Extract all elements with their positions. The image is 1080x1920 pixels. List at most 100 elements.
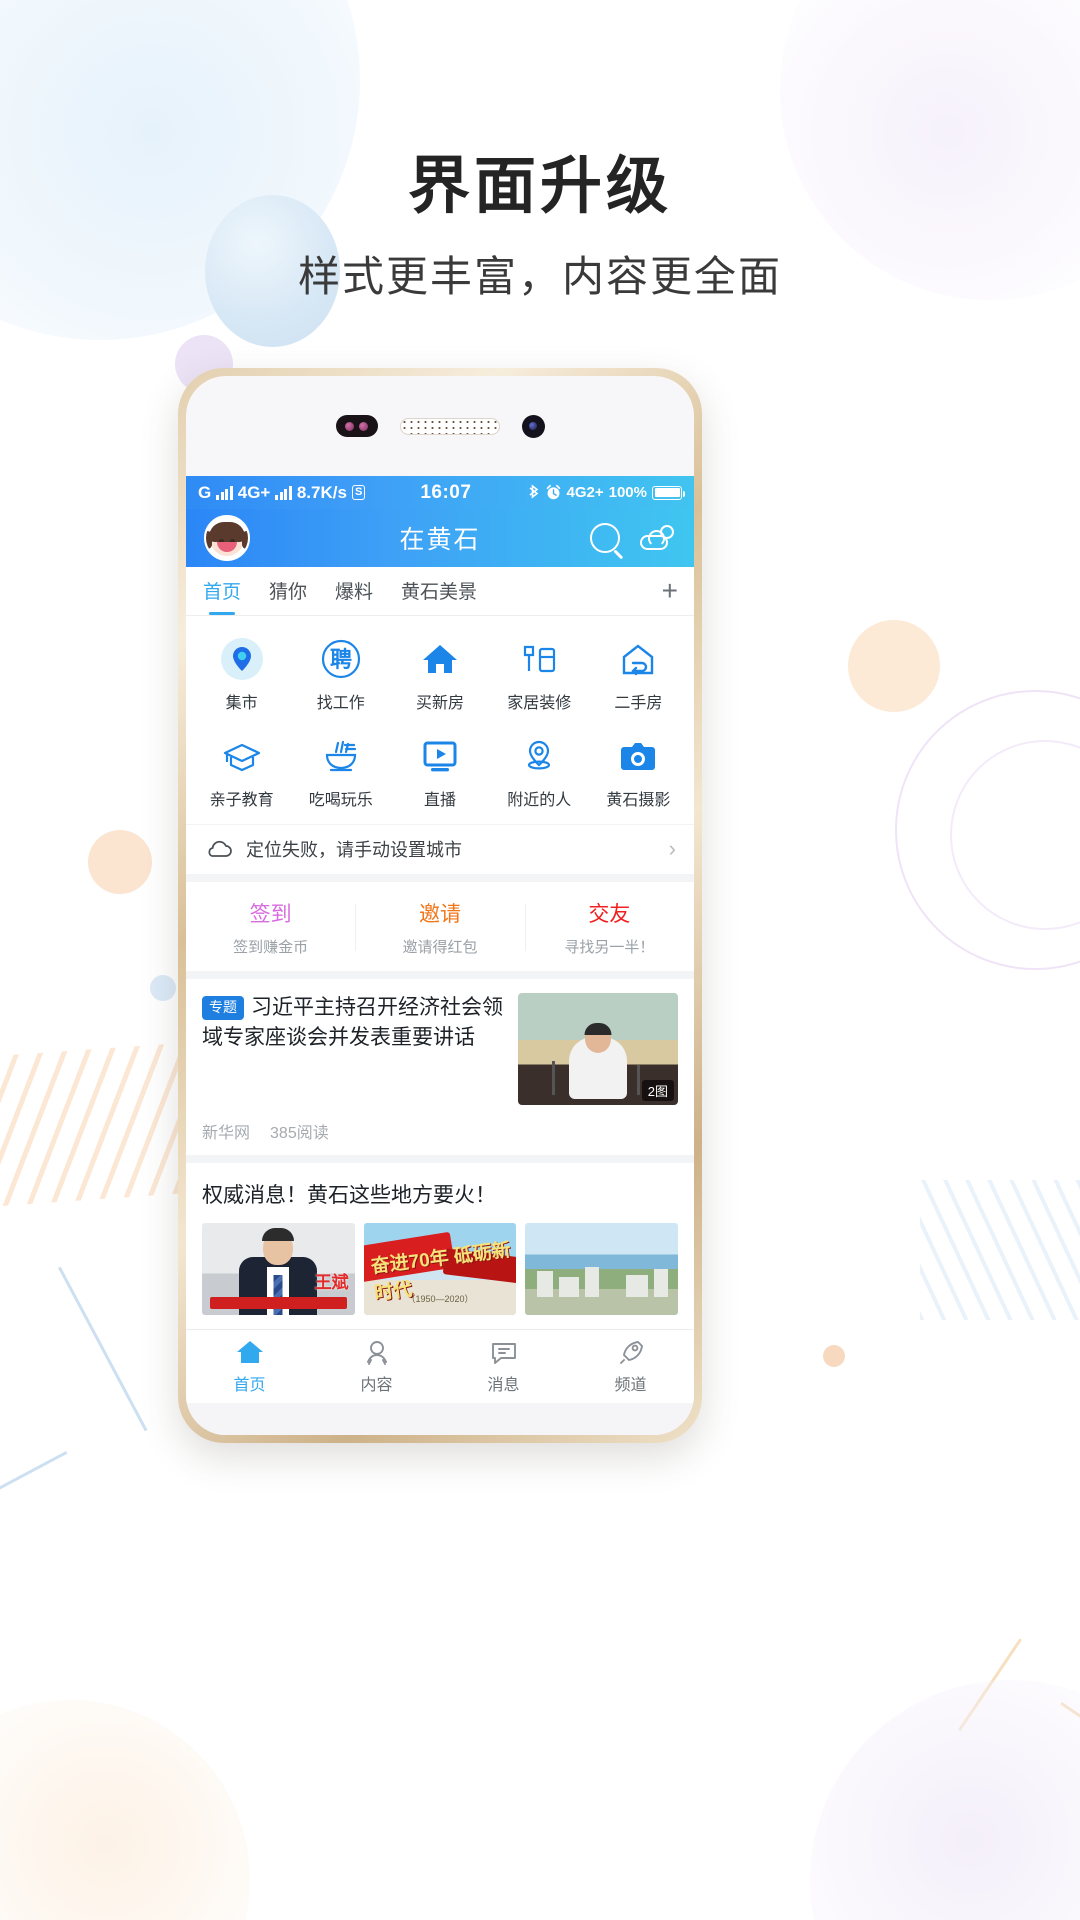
bg-stripes-left	[0, 1042, 205, 1208]
add-tab-button[interactable]: +	[662, 576, 678, 605]
message-icon	[489, 1338, 519, 1366]
news-card-main[interactable]: 专题 习近平主持召开经济社会领域专家座谈会并发表重要讲话 2图 新华网 385阅读	[186, 978, 694, 1155]
grid-item-buy-house[interactable]: 买新房	[390, 630, 489, 721]
chevron-right-icon: ›	[668, 836, 676, 862]
bluetooth-icon	[527, 484, 540, 502]
furniture-icon	[516, 636, 562, 682]
secondhand-house-icon	[615, 636, 661, 682]
grid-label: 附近的人	[507, 791, 572, 809]
news-second-title: 权威消息！黄石这些地方要火！	[202, 1183, 496, 1207]
grid-item-find-job[interactable]: 聘 找工作	[291, 630, 390, 721]
nav-label: 消息	[487, 1377, 520, 1395]
grid-item-huangshi-photography[interactable]: 黄石摄影	[589, 727, 688, 818]
grid-item-kids-education[interactable]: 亲子教育	[192, 727, 291, 818]
bg-blob-bottom-left	[0, 1700, 250, 1920]
news-thumbnail: 2图	[518, 992, 678, 1105]
cloud-icon	[204, 839, 234, 859]
battery-icon	[652, 485, 685, 500]
grid-item-market[interactable]: 集市	[192, 630, 291, 721]
home-icon	[235, 1338, 265, 1366]
news-source: 新华网	[202, 1124, 251, 1142]
tab-bar: 首页 猜你 爆料 黄石美景 +	[186, 567, 694, 616]
news-title-wrap: 专题 习近平主持召开经济社会领域专家座谈会并发表重要讲话	[202, 993, 504, 1053]
grid-item-secondhand-house[interactable]: 二手房	[589, 630, 688, 721]
grid-item-live[interactable]: 直播	[390, 727, 489, 818]
page-title: 界面升级	[407, 149, 672, 222]
nav-channel[interactable]: 频道	[567, 1338, 694, 1395]
sync-badge-icon: S	[351, 485, 366, 501]
grid-item-nearby-people[interactable]: 附近的人	[490, 727, 589, 818]
search-icon[interactable]	[590, 523, 620, 554]
battery-percent-label: 100%	[608, 484, 647, 502]
hiring-circle-icon: 聘	[318, 636, 364, 682]
phone-notch	[186, 376, 694, 476]
grid-label: 买新房	[415, 694, 464, 712]
network-type-label: 4G+	[237, 482, 271, 502]
bg-blob-blue-small	[150, 975, 176, 1001]
signal-bars-icon	[216, 485, 233, 500]
promo-title: 邀请	[418, 902, 461, 926]
promo-headline: 界面升级 样式更丰富，内容更全面	[0, 150, 1080, 304]
network-type-2-label: 4G2+	[566, 484, 604, 502]
location-pin-icon	[219, 636, 265, 682]
earpiece-speaker	[399, 417, 500, 435]
promo-row: 签到 签到赚金币 邀请 邀请得红包 交友 寻找另一半！	[186, 881, 694, 971]
content-icon	[362, 1338, 392, 1366]
news-reads: 385阅读	[270, 1124, 329, 1142]
grid-label: 找工作	[316, 694, 365, 712]
tab-home[interactable]: 首页	[202, 573, 242, 608]
promo-title: 签到	[249, 902, 292, 926]
promo-subtitle: 签到赚金币	[233, 938, 309, 956]
thumb-subcaption: （1950—2020）	[406, 1293, 474, 1304]
app-header: 在黄石	[186, 509, 694, 568]
grid-item-eat-drink-play[interactable]: 吃喝玩乐	[291, 727, 390, 818]
promo-invite[interactable]: 邀请 邀请得红包	[355, 898, 524, 957]
location-bar[interactable]: 定位失败，请手动设置城市 ›	[186, 823, 694, 874]
news-thumb-3	[525, 1222, 679, 1315]
promo-title: 交友	[588, 902, 631, 926]
tab-huangshi-scenery[interactable]: 黄石美景	[400, 573, 478, 608]
dual-camera-icon	[335, 415, 378, 437]
promo-checkin[interactable]: 签到 签到赚金币	[186, 898, 355, 957]
page-subtitle: 样式更丰富，内容更全面	[297, 252, 782, 302]
bg-blob-bottom-right	[810, 1680, 1080, 1920]
status-clock: 16:07	[420, 481, 472, 503]
grid-label: 家居装修	[507, 694, 572, 712]
promo-dating[interactable]: 交友 寻找另一半！	[524, 898, 694, 957]
nav-message[interactable]: 消息	[440, 1338, 567, 1395]
grid-label: 二手房	[614, 694, 663, 712]
news-thumb-2: 奋进70年 砥砺新时代 （1950—2020）	[363, 1222, 517, 1315]
thumb-caption: 王斌	[314, 1272, 349, 1292]
grid-label: 亲子教育	[209, 791, 274, 809]
bg-blob-orange-small	[88, 830, 152, 894]
carrier-label: G	[198, 482, 212, 502]
nearby-pin-icon	[516, 733, 562, 779]
house-icon	[417, 636, 463, 682]
tab-guess[interactable]: 猜你	[268, 573, 308, 608]
status-bar: G 4G+ 8.7K/s S 16:07 4G2+ 100%	[186, 476, 694, 510]
bg-blob-peach	[823, 1345, 845, 1367]
location-text: 定位失败，请手动设置城市	[246, 840, 462, 861]
tab-scoop[interactable]: 爆料	[334, 573, 374, 608]
phone-screen: G 4G+ 8.7K/s S 16:07 4G2+ 100% 在黄石 首页 猜你…	[186, 476, 694, 1435]
news-card-second[interactable]: 权威消息！黄石这些地方要火！ 王斌 奋进70年 砥砺新时代 （1950—2020…	[186, 1162, 694, 1329]
avatar[interactable]	[204, 515, 250, 562]
camera-icon	[615, 733, 661, 779]
weather-icon[interactable]	[640, 525, 676, 551]
data-speed-label: 8.7K/s	[296, 482, 347, 502]
promo-subtitle: 寻找另一半！	[564, 938, 655, 956]
home-indicator-area	[186, 1403, 694, 1435]
grid-item-home-decor[interactable]: 家居装修	[490, 630, 589, 721]
nav-label: 频道	[614, 1377, 647, 1395]
nav-label: 内容	[360, 1377, 393, 1395]
grid-label: 直播	[423, 791, 456, 809]
news-title: 习近平主持召开经济社会领域专家座谈会并发表重要讲话	[202, 995, 503, 1049]
bg-stripes-right	[920, 1180, 1080, 1320]
nav-home[interactable]: 首页	[186, 1338, 313, 1395]
promo-subtitle: 邀请得红包	[402, 938, 478, 956]
bottom-navigation: 首页 内容 消息 频道	[186, 1328, 694, 1404]
nav-label: 首页	[233, 1377, 266, 1395]
nav-content[interactable]: 内容	[313, 1338, 440, 1395]
live-play-icon	[417, 733, 463, 779]
svg-text:聘: 聘	[330, 648, 352, 673]
